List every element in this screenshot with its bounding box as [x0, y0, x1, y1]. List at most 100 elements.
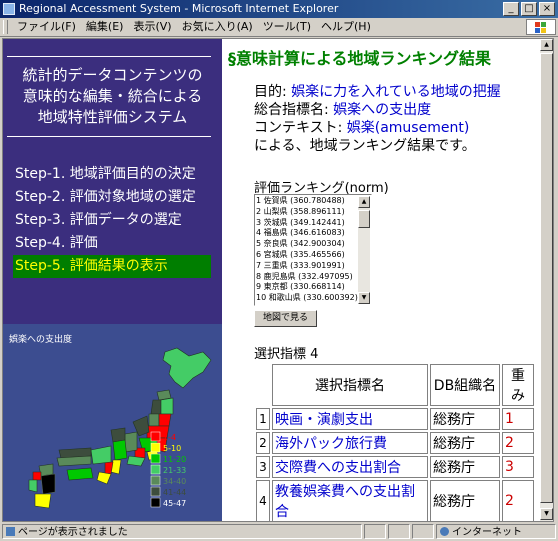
ranking-item[interactable]: 6 宮城県 (335.465566) — [256, 250, 357, 261]
status-panel — [364, 524, 386, 539]
sidebar-divider — [7, 136, 211, 137]
legend-label: 45-47 — [163, 499, 186, 508]
legend-swatch — [150, 442, 161, 453]
step-4-link[interactable]: Step-4. 評価 — [13, 232, 211, 255]
system-title-line: 意味的な編集・統合による — [22, 87, 203, 105]
window-controls: _ □ × — [503, 2, 555, 16]
weight-value: 2 — [502, 432, 534, 454]
index-line: 総合指標名: 娯楽への支出度 — [254, 101, 501, 119]
menu-bar: ファイル(F) 編集(E) 表示(V) お気に入り(A) ツール(T) ヘルプ(… — [0, 18, 558, 37]
menu-favorites[interactable]: お気に入り(A) — [177, 18, 258, 36]
status-message-panel: ページが表示されました — [2, 524, 362, 539]
close-button[interactable]: × — [539, 2, 555, 16]
legend-label: 1-4 — [163, 433, 176, 442]
legend-swatch — [150, 453, 161, 464]
ranking-item[interactable]: 5 奈良県 (342.900304) — [256, 239, 357, 250]
legend-label: 41-44 — [163, 488, 186, 497]
table-row: 1 映画・演劇支出 総務庁 1 — [256, 408, 534, 430]
selected-indicators-label: 選択指標 4 — [254, 347, 319, 362]
table-row: 4 教養娯楽費への支出割合 総務庁 2 — [256, 480, 534, 521]
step-1-link[interactable]: Step-1. 地域評価目的の決定 — [13, 163, 211, 186]
map-region-saga — [32, 471, 42, 481]
menu-view[interactable]: 表示(V) — [128, 18, 176, 36]
table-header-row: 選択指標名 DB組織名 重み — [256, 364, 534, 406]
map-region-wakayama — [96, 471, 112, 485]
ranking-item[interactable]: 8 鹿児島県 (332.497095) — [256, 272, 357, 283]
row-number: 4 — [256, 480, 270, 521]
map-region-nagasaki — [28, 479, 38, 493]
system-title-line: 統計的データコンテンツの — [22, 66, 203, 84]
maximize-button[interactable]: □ — [521, 2, 537, 16]
legend-swatch — [150, 497, 161, 508]
map-region-hokuriku — [110, 427, 126, 443]
japan-map[interactable]: 1-4 5-10 11-20 21-33 34-40 41-44 45-47 — [7, 342, 217, 520]
indicator-name-link[interactable]: 教養娯楽費への支出割合 — [272, 480, 428, 521]
ranking-item[interactable]: 3 茨城県 (349.142441) — [256, 218, 357, 229]
sidebar-divider — [7, 56, 211, 57]
weight-value: 2 — [502, 480, 534, 521]
zone-panel: インターネット — [436, 524, 556, 539]
menu-help[interactable]: ヘルプ(H) — [316, 18, 376, 36]
row-number: 3 — [256, 456, 270, 478]
scroll-up-arrow-icon[interactable]: ▲ — [540, 39, 553, 51]
title-bar: Regional Accessment System - Microsoft I… — [0, 0, 558, 18]
internet-zone-icon — [440, 527, 449, 536]
legend-swatch — [150, 486, 161, 497]
purpose-line: 目的: 娯楽に力を入れている地域の把握 — [254, 83, 501, 101]
map-panel: 娯楽への支出度 1-4 5-10 11-20 21-33 34-40 41-44… — [3, 324, 222, 521]
purpose-value: 娯楽に力を入れている地域の把握 — [291, 84, 501, 100]
view-map-button[interactable]: 地図で見る — [254, 310, 317, 327]
system-title-line: 地域特性評価システム — [37, 108, 188, 126]
windows-logo-icon — [526, 19, 556, 35]
indicator-name-link[interactable]: 海外パック旅行費 — [272, 432, 428, 454]
legend-swatch — [150, 464, 161, 475]
status-bar: ページが表示されました インターネット — [0, 522, 558, 540]
page-scrollbar[interactable]: ▲ ▼ — [540, 39, 553, 521]
menu-tools[interactable]: ツール(T) — [258, 18, 316, 36]
step-3-link[interactable]: Step-3. 評価データの選定 — [13, 209, 211, 232]
indicator-name-link[interactable]: 映画・演劇支出 — [272, 408, 428, 430]
db-org: 総務庁 — [430, 408, 500, 430]
db-org: 総務庁 — [430, 456, 500, 478]
ranking-item[interactable]: 2 山梨県 (358.896111) — [256, 207, 357, 218]
header-db-org: DB組織名 — [430, 364, 500, 406]
minimize-button[interactable]: _ — [503, 2, 519, 16]
browser-content: 統計的データコンテンツの 意味的な編集・統合による 地域特性評価システム Ste… — [2, 38, 554, 522]
db-org: 総務庁 — [430, 480, 500, 521]
map-region-kagoshima — [34, 493, 52, 509]
scroll-thumb[interactable] — [358, 210, 370, 228]
scroll-down-arrow-icon[interactable]: ▼ — [358, 292, 370, 304]
map-region-nagano — [124, 431, 138, 453]
ranking-item[interactable]: 10 和歌山県 (330.600392) — [256, 293, 358, 304]
step-2-link[interactable]: Step-2. 評価対象地域の選定 — [13, 186, 211, 209]
map-region-chubu — [112, 439, 128, 461]
ranking-item[interactable]: 1 佐賀県 (360.780488) — [256, 196, 357, 207]
legend-label: 5-10 — [163, 444, 181, 453]
ranking-item[interactable]: 9 東京都 (330.668114) — [256, 282, 357, 293]
step-5-link[interactable]: Step-5. 評価結果の表示 — [13, 255, 211, 278]
context-line: コンテキスト: 娯楽(amusement) — [254, 119, 501, 137]
main-panel: §意味計算による地域ランキング結果 目的: 娯楽に力を入れている地域の把握 総合… — [224, 39, 542, 521]
map-region-miyagi — [158, 413, 172, 427]
ranking-scrollbar[interactable]: ▲ ▼ — [358, 196, 370, 304]
map-region-hokkaido — [162, 347, 212, 389]
map-legend: 1-4 5-10 11-20 21-33 34-40 41-44 45-47 — [150, 431, 186, 508]
status-panel — [412, 524, 434, 539]
status-panel — [388, 524, 410, 539]
toolbar-grip[interactable] — [3, 20, 8, 34]
scroll-up-arrow-icon[interactable]: ▲ — [358, 196, 370, 208]
zone-text: インターネット — [452, 527, 522, 538]
ranking-item[interactable]: 4 福島県 (346.616083) — [256, 228, 357, 239]
db-org: 総務庁 — [430, 432, 500, 454]
menu-file[interactable]: ファイル(F) — [12, 18, 81, 36]
scroll-down-arrow-icon[interactable]: ▼ — [540, 508, 553, 520]
index-label: 総合指標名: — [254, 102, 329, 118]
scroll-thumb[interactable] — [540, 53, 553, 503]
legend-swatch — [150, 475, 161, 486]
menu-edit[interactable]: 編集(E) — [81, 18, 129, 36]
ranking-listbox[interactable]: 1 佐賀県 (360.780488) 2 山梨県 (358.896111) 3 … — [254, 194, 372, 306]
ranking-item[interactable]: 7 三重県 (333.901991) — [256, 261, 357, 272]
map-region-kyushu-central — [40, 473, 56, 495]
indicator-name-link[interactable]: 交際費への支出割合 — [272, 456, 428, 478]
weight-value: 3 — [502, 456, 534, 478]
